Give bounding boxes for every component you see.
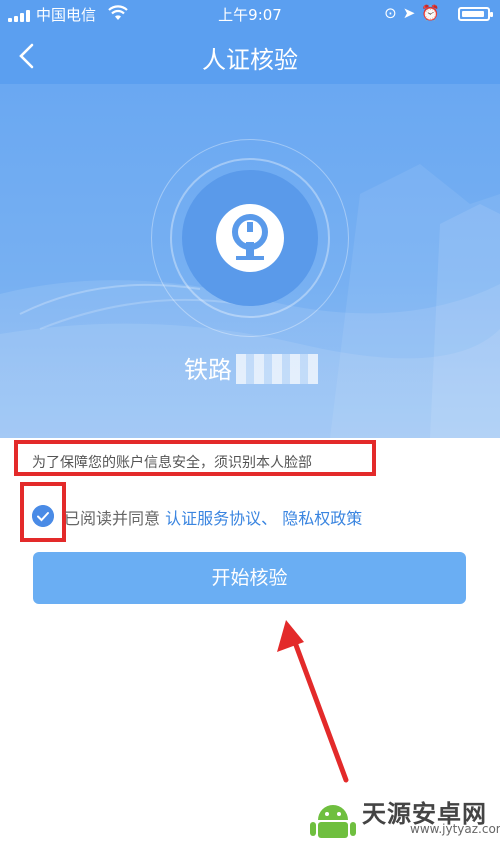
user-name: 铁路 (184, 356, 232, 384)
railway-logo-icon (216, 204, 284, 272)
agreement-separator: 、 (261, 509, 283, 528)
rotation-lock-icon: ⊙ (384, 4, 403, 22)
privacy-policy-link[interactable]: 隐私权政策 (282, 509, 362, 528)
status-icons: ⊙➤⏰ (384, 4, 446, 22)
checkmark-icon[interactable] (32, 505, 54, 527)
agreement-row: 已阅读并同意 认证服务协议、 隐私权政策 (64, 505, 362, 529)
hero-banner: 铁路 (0, 84, 500, 438)
android-logo-icon (310, 805, 356, 838)
location-icon: ➤ (402, 4, 422, 22)
notice-text: 为了保障您的账户信息安全，须识别本人脸部 (32, 455, 312, 471)
agreement-prefix: 已阅读并同意 (64, 509, 166, 528)
blurred-name (236, 354, 318, 384)
battery-icon (458, 7, 493, 21)
page-title: 人证核验 (202, 46, 298, 74)
start-verify-button[interactable]: 开始核验 (33, 552, 466, 604)
watermark-url: www.jytyaz.com (410, 822, 500, 836)
alarm-icon: ⏰ (421, 4, 446, 22)
status-bar: 中国电信 上午9:07 ⊙➤⏰ (0, 0, 500, 28)
nav-bar: 人证核验 (0, 28, 500, 84)
service-agreement-link[interactable]: 认证服务协议 (165, 509, 261, 528)
